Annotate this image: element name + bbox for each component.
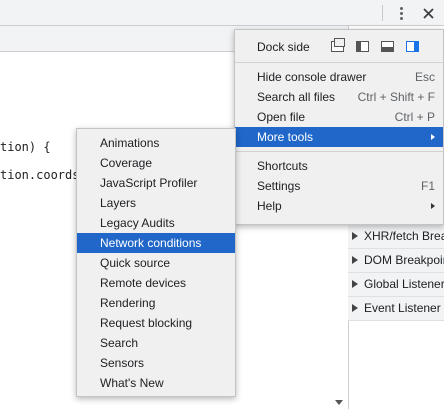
expand-triangle-icon bbox=[352, 231, 358, 240]
submenu-item-whats-new[interactable]: What's New bbox=[77, 373, 235, 393]
menu-item-label: More tools bbox=[257, 130, 314, 144]
dock-right-icon[interactable] bbox=[406, 41, 419, 52]
menu-item-label: Search all files bbox=[257, 90, 336, 104]
section-label: XHR/fetch Breakpoints bbox=[364, 229, 444, 243]
undock-icon[interactable] bbox=[331, 38, 345, 52]
menu-separator bbox=[235, 151, 443, 152]
breakpoint-sections: XHR/fetch Breakpoints DOM Breakpoints Gl… bbox=[348, 225, 444, 321]
menu-item-label: Coverage bbox=[100, 156, 153, 170]
section-global-listeners[interactable]: Global Listeners bbox=[348, 273, 444, 297]
menu-item-hide-console-drawer[interactable]: Hide console drawer Esc bbox=[235, 67, 443, 87]
menu-item-label: Search bbox=[100, 336, 139, 350]
dock-side-label: Dock side bbox=[257, 40, 310, 54]
menu-item-open-file[interactable]: Open file Ctrl + P bbox=[235, 107, 443, 127]
menu-item-label: Hide console drawer bbox=[257, 70, 367, 84]
menu-item-shortcuts[interactable]: Shortcuts bbox=[235, 156, 443, 176]
section-label: Event Listener Breakpoints bbox=[364, 301, 444, 315]
dock-left-icon[interactable] bbox=[356, 41, 369, 52]
menu-item-label: JavaScript Profiler bbox=[100, 176, 198, 190]
toolbar-divider bbox=[382, 5, 383, 21]
menu-item-shortcut: F1 bbox=[420, 179, 435, 193]
dock-bottom-icon[interactable] bbox=[381, 41, 394, 52]
more-tools-submenu: Animations Coverage JavaScript Profiler … bbox=[76, 128, 236, 397]
menu-item-label: Layers bbox=[100, 196, 137, 210]
expand-triangle-icon bbox=[352, 303, 358, 312]
submenu-item-request-blocking[interactable]: Request blocking bbox=[77, 313, 235, 333]
menu-item-shortcut: Esc bbox=[414, 70, 435, 84]
submenu-item-remote-devices[interactable]: Remote devices bbox=[77, 273, 235, 293]
menu-item-label: Help bbox=[257, 199, 282, 213]
submenu-item-layers[interactable]: Layers bbox=[77, 193, 235, 213]
menu-item-label: Open file bbox=[257, 110, 306, 124]
menu-item-shortcut: Ctrl + P bbox=[394, 110, 435, 124]
submenu-arrow-icon bbox=[431, 203, 435, 209]
menu-item-label: Request blocking bbox=[100, 316, 193, 330]
expand-triangle-icon bbox=[352, 279, 358, 288]
submenu-item-rendering[interactable]: Rendering bbox=[77, 293, 235, 313]
menu-item-help[interactable]: Help bbox=[235, 196, 443, 216]
section-dom-breakpoints[interactable]: DOM Breakpoints bbox=[348, 249, 444, 273]
devtools-toolbar bbox=[0, 0, 444, 26]
submenu-item-sensors[interactable]: Sensors bbox=[77, 353, 235, 373]
menu-item-shortcut: Ctrl + Shift + F bbox=[357, 90, 435, 104]
submenu-item-legacy-audits[interactable]: Legacy Audits bbox=[77, 213, 235, 233]
code-line: tion) { bbox=[0, 140, 51, 154]
menu-item-settings[interactable]: Settings F1 bbox=[235, 176, 443, 196]
menu-item-label: Quick source bbox=[100, 256, 171, 270]
section-xhr-fetch-breakpoints[interactable]: XHR/fetch Breakpoints bbox=[348, 225, 444, 249]
submenu-item-network-conditions[interactable]: Network conditions bbox=[77, 233, 235, 253]
menu-item-label: Rendering bbox=[100, 296, 156, 310]
menu-item-label: Legacy Audits bbox=[100, 216, 175, 230]
more-options-icon[interactable] bbox=[391, 3, 411, 23]
submenu-item-quick-source[interactable]: Quick source bbox=[77, 253, 235, 273]
menu-item-label: What's New bbox=[100, 376, 164, 390]
section-event-listener-breakpoints[interactable]: Event Listener Breakpoints bbox=[348, 297, 444, 321]
submenu-arrow-icon bbox=[431, 134, 435, 140]
dock-side-options bbox=[331, 38, 419, 52]
section-label: Global Listeners bbox=[364, 277, 444, 291]
submenu-item-coverage[interactable]: Coverage bbox=[77, 153, 235, 173]
menu-item-label: Network conditions bbox=[100, 236, 202, 250]
submenu-item-search[interactable]: Search bbox=[77, 333, 235, 353]
code-line: tion.coords bbox=[0, 168, 80, 182]
menu-item-label: Remote devices bbox=[100, 276, 187, 290]
dock-side-row: Dock side bbox=[235, 36, 443, 58]
submenu-item-javascript-profiler[interactable]: JavaScript Profiler bbox=[77, 173, 235, 193]
close-icon[interactable] bbox=[418, 3, 438, 23]
expand-triangle-icon bbox=[352, 255, 358, 264]
menu-item-label: Animations bbox=[100, 136, 160, 150]
customize-devtools-menu: Dock side Hide console drawer Esc Search… bbox=[234, 29, 444, 225]
menu-item-label: Sensors bbox=[100, 356, 145, 370]
menu-item-search-all-files[interactable]: Search all files Ctrl + Shift + F bbox=[235, 87, 443, 107]
menu-separator bbox=[235, 62, 443, 63]
menu-item-label: Shortcuts bbox=[257, 159, 308, 173]
menu-item-more-tools[interactable]: More tools bbox=[235, 127, 443, 147]
menu-item-label: Settings bbox=[257, 179, 301, 193]
section-label: DOM Breakpoints bbox=[364, 253, 444, 267]
submenu-item-animations[interactable]: Animations bbox=[77, 133, 235, 153]
scroll-down-icon[interactable] bbox=[335, 400, 343, 405]
